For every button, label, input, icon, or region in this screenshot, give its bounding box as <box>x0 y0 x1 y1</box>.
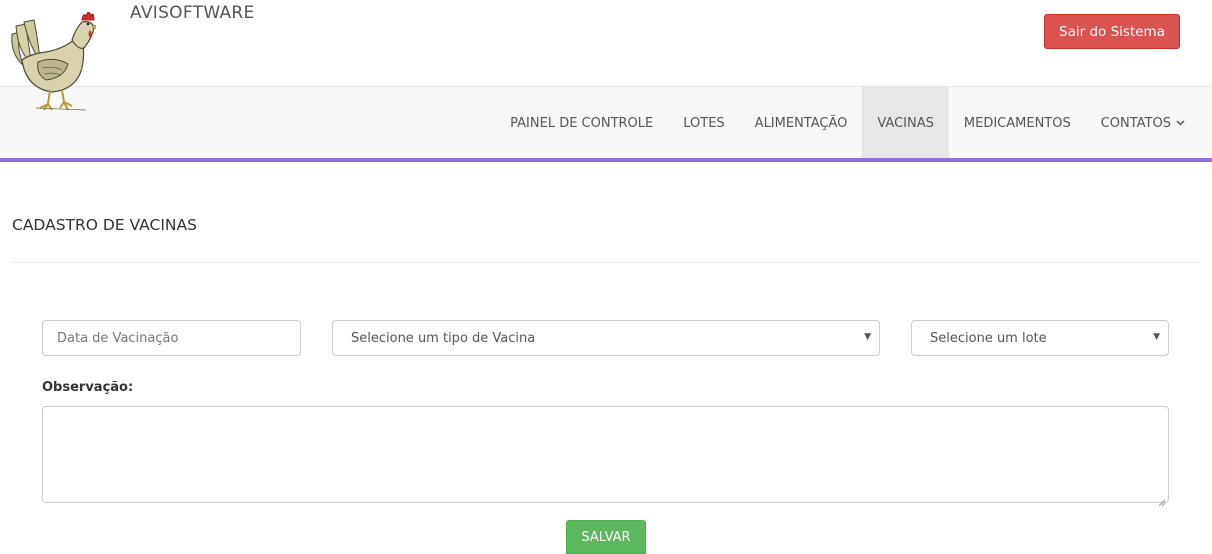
nav-item-label: MEDICAMENTOS <box>963 115 1071 131</box>
nav-item-label: VACINAS <box>877 115 934 131</box>
nav-item-alimentacao[interactable]: ALIMENTAÇÃO <box>740 87 863 159</box>
nav-item-label: PAINEL DE CONTROLE <box>510 115 654 131</box>
lot-select-value: Selecione um lote <box>930 330 1047 346</box>
nav-item-painel[interactable]: PAINEL DE CONTROLE <box>495 87 668 159</box>
resize-grip-icon[interactable] <box>1158 492 1166 507</box>
brand-name: AVISOFTWARE <box>130 3 255 23</box>
nav-item-label: LOTES <box>683 115 725 131</box>
observation-textarea[interactable] <box>42 406 1169 507</box>
save-button[interactable]: SALVAR <box>566 520 646 554</box>
title-divider <box>12 262 1200 263</box>
nav-item-vacinas[interactable]: VACINAS <box>862 87 949 159</box>
page-title: CADASTRO DE VACINAS <box>12 216 197 234</box>
chicken-logo-icon <box>6 4 100 114</box>
top-header: AVISOFTWARE Sair do Sistema <box>0 0 1212 111</box>
nav-accent-underline <box>0 158 1212 162</box>
main-navbar: PAINEL DE CONTROLE LOTES ALIMENTAÇÃO VAC… <box>0 86 1212 159</box>
vaccine-type-select[interactable]: Selecione um tipo de Vacina ▼ <box>332 320 880 356</box>
nav-menu: PAINEL DE CONTROLE LOTES ALIMENTAÇÃO VAC… <box>495 87 1200 159</box>
vaccine-select-value: Selecione um tipo de Vacina <box>351 330 536 346</box>
vaccination-date-input[interactable]: Data de Vacinação <box>42 320 301 356</box>
date-placeholder: Data de Vacinação <box>57 330 179 346</box>
select-arrow-icon: ▼ <box>864 332 871 342</box>
nav-item-contatos[interactable]: CONTATOS <box>1086 87 1200 159</box>
nav-item-label: ALIMENTAÇÃO <box>754 115 848 131</box>
observation-label: Observação: <box>42 380 134 395</box>
logout-button[interactable]: Sair do Sistema <box>1044 14 1180 49</box>
nav-item-label: CONTATOS <box>1100 115 1171 131</box>
nav-item-lotes[interactable]: LOTES <box>668 87 739 159</box>
lot-select[interactable]: Selecione um lote ▼ <box>911 320 1169 356</box>
chevron-down-icon <box>1176 118 1185 129</box>
nav-item-medicamentos[interactable]: MEDICAMENTOS <box>949 87 1086 159</box>
select-arrow-icon: ▼ <box>1153 332 1160 342</box>
